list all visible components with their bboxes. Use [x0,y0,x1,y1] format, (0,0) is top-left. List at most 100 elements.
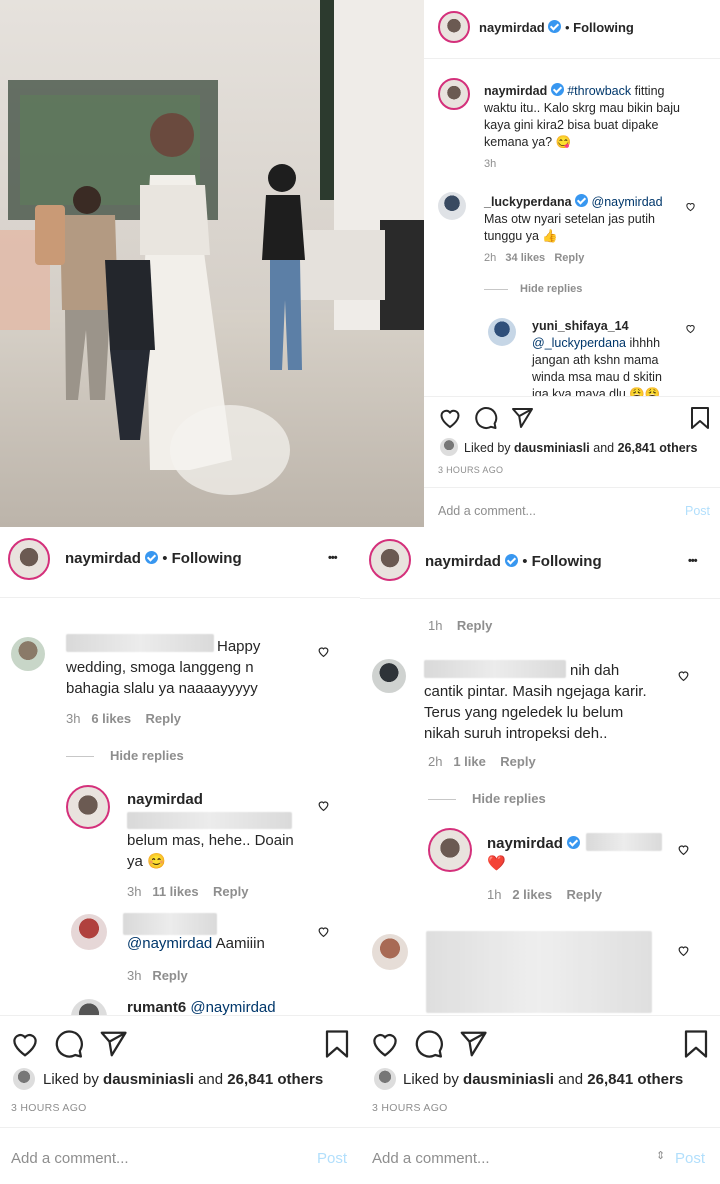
liker-username[interactable]: dausminiasli [514,441,590,455]
comment-likes[interactable]: 1 like [453,754,486,769]
divider [360,598,720,599]
reply-avatar[interactable] [488,318,516,346]
share-icon[interactable] [510,406,534,430]
reply-button[interactable]: Reply [152,968,187,983]
username-link[interactable]: naymirdad [479,20,545,35]
comment-icon[interactable] [414,1029,444,1059]
add-comment-input[interactable]: Add a comment... [438,504,536,518]
likes-count[interactable]: 26,841 others [227,1071,323,1088]
following-button[interactable]: Following [532,553,602,570]
mention-link[interactable]: @naymirdad [592,195,663,209]
bookmark-icon[interactable] [682,1029,710,1059]
like-icon[interactable] [370,1029,400,1059]
hide-replies-button[interactable]: Hide replies [66,748,184,763]
hide-replies-label[interactable]: Hide replies [472,791,546,806]
post-button[interactable]: Post [317,1150,347,1167]
reply-button[interactable]: Reply [146,711,181,726]
reply-username[interactable]: rumant6 [127,999,186,1015]
comment-time: 3h [66,711,81,726]
caption-avatar[interactable] [438,78,470,110]
mention-link[interactable]: @naymirdad [127,935,212,952]
avatar[interactable] [369,539,411,581]
like-comment-icon[interactable] [317,645,330,658]
likes-count[interactable]: 26,841 others [618,441,698,455]
reply-text: ihhhh [626,336,661,350]
following-button[interactable]: Following [172,550,242,567]
liker-avatar[interactable] [13,1068,35,1090]
verified-icon [567,836,581,849]
comment-text: Terus yang ngeledek lu belum [424,704,624,721]
divider [0,1015,360,1016]
hide-replies-button[interactable]: Hide replies [428,791,546,806]
liked-by-text: and [553,1071,588,1088]
share-icon[interactable] [98,1029,128,1059]
likes-count[interactable]: 26,841 others [587,1071,683,1088]
reply-avatar[interactable] [428,828,472,872]
caption-username[interactable]: naymirdad [484,84,547,98]
comment: Happy wedding, smoga langgeng n bahagia … [66,636,311,699]
hashtag-link[interactable]: #throwback [567,84,631,98]
liker-username[interactable]: dausminiasli [103,1071,194,1088]
hide-replies-button[interactable]: Hide replies [484,283,582,295]
reply-button[interactable]: Reply [457,618,492,633]
more-options-icon[interactable]: ••• [688,555,698,567]
verified-icon [548,20,562,33]
comment-likes[interactable]: 34 likes [505,252,545,264]
comment-icon[interactable] [474,406,498,430]
like-comment-icon[interactable] [685,323,696,334]
reply-button[interactable]: Reply [554,252,584,264]
comment-text: cantik pintar. Masih ngejaga karir. [424,683,647,700]
like-icon[interactable] [10,1029,40,1059]
hide-replies-label[interactable]: Hide replies [520,283,582,295]
reply-username[interactable]: naymirdad [487,835,563,852]
reply-avatar[interactable] [71,914,107,950]
add-comment-input[interactable]: Add a comment... [11,1150,129,1167]
like-comment-icon[interactable] [685,201,696,212]
reply-button[interactable]: Reply [213,884,248,899]
post-time: 3 HOURS AGO [438,465,504,475]
divider [424,396,720,397]
reply-avatar[interactable] [66,785,110,829]
reply-avatar[interactable] [71,999,107,1015]
like-comment-icon[interactable] [317,925,330,938]
bookmark-icon[interactable] [323,1029,351,1059]
comment-icon[interactable] [54,1029,84,1059]
like-icon[interactable] [438,406,462,430]
commenter-username[interactable]: _luckyperdana [484,195,572,209]
like-comment-icon[interactable] [677,843,690,856]
liker-avatar[interactable] [440,438,458,456]
username-link[interactable]: naymirdad [65,550,141,567]
comment-time: 1h [428,618,443,633]
comment-meta: 2h 1 like Reply [428,754,536,769]
post-button[interactable]: Post [675,1150,705,1167]
mention-link[interactable]: @naymirdad [190,999,275,1015]
like-comment-icon[interactable] [317,799,330,812]
share-icon[interactable] [458,1029,488,1059]
commenter-avatar[interactable] [372,934,408,970]
avatar[interactable] [8,538,50,580]
like-comment-icon[interactable] [677,669,690,682]
commenter-avatar[interactable] [11,637,45,671]
following-button[interactable]: Following [573,20,634,35]
like-comment-icon[interactable] [677,944,690,957]
reply-username[interactable]: yuni_shifaya_14 [532,318,692,335]
liker-username[interactable]: dausminiasli [463,1071,554,1088]
post-button[interactable]: Post [685,504,710,518]
username-link[interactable]: naymirdad [425,553,501,570]
hide-replies-label[interactable]: Hide replies [110,748,184,763]
reply-likes[interactable]: 2 likes [512,887,552,902]
reply-likes[interactable]: 11 likes [152,884,198,899]
commenter-avatar[interactable] [372,659,406,693]
bookmark-icon[interactable] [689,406,711,430]
comment-likes[interactable]: 6 likes [91,711,131,726]
reply-button[interactable]: Reply [567,887,602,902]
resize-handle-icon[interactable]: ⇕ [656,1149,665,1162]
more-options-icon[interactable]: ••• [328,552,338,564]
avatar[interactable] [438,11,470,43]
reply-username[interactable]: naymirdad [127,791,203,808]
add-comment-input[interactable]: Add a comment... [372,1150,490,1167]
commenter-avatar[interactable] [438,192,466,220]
mention-link[interactable]: @_luckyperdana [532,336,626,350]
reply-button[interactable]: Reply [500,754,535,769]
liker-avatar[interactable] [374,1068,396,1090]
